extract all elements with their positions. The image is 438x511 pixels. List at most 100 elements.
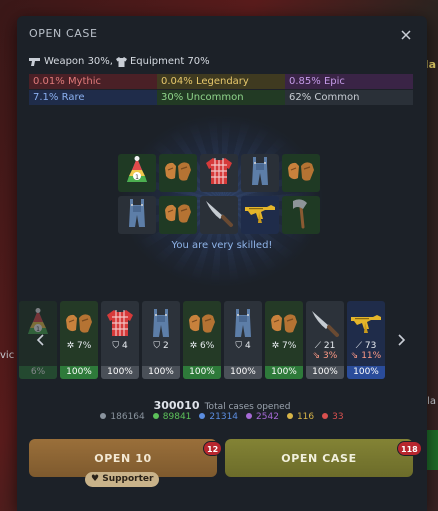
gloves-icon <box>163 200 193 230</box>
modal-header: OPEN CASE <box>17 16 427 50</box>
item-stat-secondary: ⇘ 3% <box>312 351 338 361</box>
gloves-icon <box>183 305 221 341</box>
reel-item[interactable]: ⛉ 4 100% <box>224 301 262 379</box>
supporter-badge: ♥ Supporter <box>85 472 160 487</box>
rarity-count: 186164 <box>98 412 146 422</box>
overalls-icon <box>125 197 149 233</box>
item-stat: ⛉ 2 <box>153 341 169 351</box>
case-reel: 1 6% ✲ 7% 100% ⛉ 4 100% ⛉ 2 100% ✲ 6% 100% ⛉ 4 100%… <box>17 301 427 379</box>
possible-item[interactable] <box>200 196 238 234</box>
axe-icon <box>287 197 315 233</box>
open-10-badge: 12 <box>203 441 223 456</box>
overalls-icon <box>142 305 180 341</box>
modal-title: OPEN CASE <box>29 27 98 40</box>
possible-item[interactable] <box>241 154 279 192</box>
possible-item[interactable] <box>159 154 197 192</box>
reel-right-button[interactable] <box>391 325 413 355</box>
possible-item[interactable] <box>282 196 320 234</box>
knife-icon <box>203 198 235 232</box>
open-case-badge: 118 <box>397 441 422 456</box>
item-condition: 100% <box>224 366 262 379</box>
congrats-text: You are very skilled! <box>171 240 273 251</box>
open-case-button[interactable]: OPEN CASE <box>225 439 413 477</box>
rarity-dot-icon <box>152 413 159 419</box>
item-condition: 100% <box>142 366 180 379</box>
possible-item[interactable] <box>118 196 156 234</box>
gloves-icon <box>163 158 193 188</box>
rarity-dot-icon <box>100 413 107 419</box>
close-button[interactable] <box>393 22 419 48</box>
item-stat: ✲ 7% <box>271 341 297 351</box>
reel-item[interactable]: ✲ 6% 100% <box>183 301 221 379</box>
item-condition: 100% <box>306 366 344 379</box>
party-hat-icon: 1 <box>123 156 151 190</box>
plaid-shirt-icon <box>204 156 234 190</box>
item-stat: ✲ 7% <box>66 341 92 351</box>
rarity-count-value: 89841 <box>162 412 192 422</box>
item-stat-secondary: ⇘ 11% <box>350 351 382 361</box>
open-case-modal: OPEN CASE Weapon 30%, Equipment 70% 0.01… <box>17 16 427 511</box>
item-condition: 100% <box>101 366 139 379</box>
rarity-counts: 186164 89841 21314 2542 116 33 <box>17 412 427 422</box>
item-type-ratio: Weapon 30%, Equipment 70% <box>29 56 210 67</box>
golden-rifle-icon <box>243 201 277 229</box>
knife-icon <box>306 305 344 341</box>
shirt-icon <box>115 56 127 67</box>
reel-item[interactable]: ✲ 7% 100% <box>265 301 303 379</box>
possible-item[interactable]: 1 <box>118 154 156 192</box>
rarity-dot-icon <box>322 413 329 419</box>
possible-item[interactable] <box>200 154 238 192</box>
open-case-label: OPEN CASE <box>281 451 357 465</box>
item-stat: ⛉ 4 <box>112 341 128 351</box>
supporter-label: Supporter <box>102 474 154 484</box>
possible-item[interactable] <box>241 196 279 234</box>
reel-item[interactable]: ⟋ 73 ⇘ 11% 100% <box>347 301 385 379</box>
close-icon <box>401 30 411 40</box>
rarity-odd: 62% Common <box>285 90 413 105</box>
rarity-odd: 0.01% Mythic <box>29 74 157 89</box>
pistol-icon <box>29 57 40 66</box>
reel-left-button[interactable] <box>29 325 51 355</box>
equipment-ratio: Equipment 70% <box>129 56 210 67</box>
rarity-count-value: 21314 <box>209 412 239 422</box>
item-condition: 100% <box>265 366 303 379</box>
reel-item[interactable]: ⛉ 4 100% <box>101 301 139 379</box>
reel-item[interactable]: ✲ 7% 100% <box>60 301 98 379</box>
possible-item[interactable] <box>159 196 197 234</box>
rarity-odd: 0.85% Epic <box>285 74 413 89</box>
overalls-icon <box>224 305 262 341</box>
item-stat: ⟋ 73 <box>355 341 377 351</box>
rarity-count-value: 2542 <box>256 412 279 422</box>
chevron-right-icon <box>398 334 406 346</box>
rarity-count: 89841 <box>151 412 194 422</box>
rarity-odd: 7.1% Rare <box>29 90 157 105</box>
reel-track: 1 6% ✲ 7% 100% ⛉ 4 100% ⛉ 2 100% ✲ 6% 100% ⛉ 4 100%… <box>17 301 427 379</box>
item-stat: ⛉ 4 <box>235 341 251 351</box>
item-condition: 100% <box>347 366 385 379</box>
item-stat: ⟋ 21 <box>314 341 336 351</box>
rarity-odd: 0.04% Legendary <box>157 74 285 89</box>
total-cases-label: Total cases opened <box>204 402 291 412</box>
possible-item[interactable] <box>282 154 320 192</box>
rarity-count-value: 186164 <box>110 412 145 422</box>
overalls-icon <box>248 155 272 191</box>
possible-items-grid: 1 <box>118 154 320 234</box>
rarity-dot-icon <box>246 413 253 419</box>
rarity-count-value: 116 <box>296 412 315 422</box>
case-showcase: 1 You are very skilled! <box>17 116 427 296</box>
reel-item[interactable]: ⟋ 21 ⇘ 3% 100% <box>306 301 344 379</box>
item-condition: 6% <box>19 366 57 379</box>
rarity-count: 116 <box>285 412 316 422</box>
rarity-count-value: 33 <box>332 412 344 422</box>
open-10-label: OPEN 10 <box>94 451 152 465</box>
heart-icon: ♥ <box>91 474 100 484</box>
reel-item[interactable]: ⛉ 2 100% <box>142 301 180 379</box>
map-label: vic <box>0 350 15 361</box>
svg-text:1: 1 <box>135 174 139 181</box>
rarity-count: 21314 <box>197 412 240 422</box>
item-stat: ✲ 6% <box>189 341 215 351</box>
gloves-icon <box>265 305 303 341</box>
rarity-count: 33 <box>320 412 345 422</box>
total-cases: 300010 Total cases opened <box>17 394 427 413</box>
plaid-shirt-icon <box>101 305 139 341</box>
